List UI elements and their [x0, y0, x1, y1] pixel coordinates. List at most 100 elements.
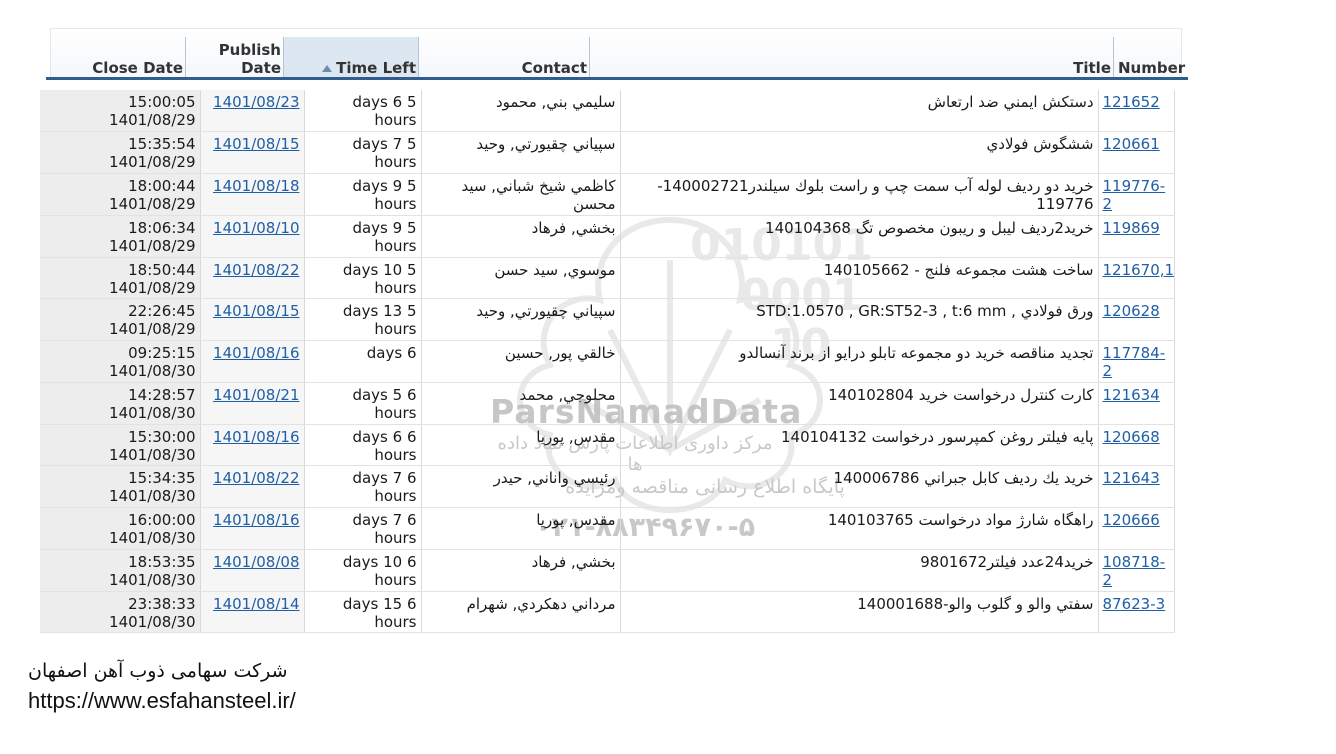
publish-date-link[interactable]: 1401/08/23 [213, 93, 299, 111]
publish-date-link[interactable]: 1401/08/10 [213, 219, 299, 237]
table-row[interactable]: 18:06:34 1401/08/29 1401/08/10 5 days 9 ho… [40, 215, 1175, 258]
title-cell: راهگاه شارژ مواد درخواست 140103765 [827, 511, 1094, 529]
column-header-number[interactable]: Number [1114, 37, 1185, 79]
footer-url[interactable]: https://www.esfahansteel.ir/ [28, 688, 296, 714]
tenders-table: 15:00:05 1401/08/29 1401/08/23 5 days 6 ho… [40, 90, 1175, 634]
num-column-cell[interactable]: 120668 [1098, 424, 1175, 467]
footer-company-name: شرکت سهامی ذوب آهن اصفهان [28, 660, 288, 682]
column-header-contact[interactable]: Contact [419, 37, 590, 79]
publish-date-link[interactable]: 1401/08/18 [213, 177, 299, 195]
contact-cell: سليمي بني, محمود [495, 93, 616, 111]
number-link[interactable]: 120661 [1103, 135, 1160, 153]
publish-date-link[interactable]: 1401/08/22 [213, 261, 299, 279]
contact-column-cell: سپياني چقيورتي, وحيد [421, 131, 621, 174]
column-header-title[interactable]: Title [590, 37, 1114, 79]
close-column-cell: 15:35:54 1401/08/29 [40, 131, 201, 174]
num-column-cell[interactable]: 121652 [1098, 90, 1175, 133]
table-row[interactable]: 15:00:05 1401/08/29 1401/08/23 5 days 6 ho… [40, 90, 1175, 133]
pub-column-cell[interactable]: 1401/08/15 [200, 298, 305, 341]
table-row[interactable]: 23:38:33 1401/08/30 1401/08/14 6 days 15 h… [40, 591, 1175, 634]
pub-column-cell[interactable]: 1401/08/22 [200, 465, 305, 508]
number-link[interactable]: 108718-2 [1103, 553, 1166, 589]
publish-date-link[interactable]: 1401/08/16 [213, 428, 299, 446]
num-column-cell[interactable]: 120628 [1098, 298, 1175, 341]
column-header-publish-date-label-1: Publish [218, 41, 281, 59]
title-cell: خريد دو رديف لوله آب سمت چپ و راست بلوك … [657, 177, 1094, 213]
column-header-close-date[interactable]: Close Date [51, 37, 186, 79]
number-link[interactable]: 121670,1 [1103, 261, 1174, 279]
tleft-column-cell: 6 days 10 hours [304, 549, 422, 592]
number-link[interactable]: 119869 [1103, 219, 1160, 237]
tleft-column-cell: 5 days 6 hours [304, 90, 422, 133]
title-cell: ششگوش فولادي [986, 135, 1094, 154]
num-column-cell[interactable]: 121634 [1098, 382, 1175, 425]
num-column-cell[interactable]: 120666 [1098, 507, 1175, 550]
num-column-cell[interactable]: 117784-2 [1098, 340, 1175, 383]
num-column-cell[interactable]: 120661 [1098, 131, 1175, 174]
tleft-column-cell: 5 days 10 hours [304, 257, 422, 300]
close-column-cell: 09:25:15 1401/08/30 [40, 340, 201, 383]
table-row[interactable]: 09:25:15 1401/08/30 1401/08/16 6 days خالقي… [40, 340, 1175, 383]
tleft-column-cell: 6 days 6 hours [304, 424, 422, 467]
num-column-cell[interactable]: 121643 [1098, 465, 1175, 508]
pub-column-cell[interactable]: 1401/08/08 [200, 549, 305, 592]
pub-column-cell[interactable]: 1401/08/15 [200, 131, 305, 174]
time-left-cell: 5 days 9 hours [352, 218, 417, 255]
pub-column-cell[interactable]: 1401/08/14 [200, 591, 305, 634]
tleft-column-cell: 6 days 15 hours [304, 591, 422, 634]
publish-date-link[interactable]: 1401/08/22 [213, 469, 299, 487]
number-link[interactable]: 121634 [1103, 386, 1160, 404]
pub-column-cell[interactable]: 1401/08/23 [200, 90, 305, 133]
num-column-cell[interactable]: 119776-2 [1098, 173, 1175, 216]
publish-date-link[interactable]: 1401/08/08 [213, 553, 299, 571]
pub-column-cell[interactable]: 1401/08/16 [200, 507, 305, 550]
contact-column-cell: مرداني دهكردي, شهرام [421, 591, 621, 634]
publish-date-link[interactable]: 1401/08/16 [213, 511, 299, 529]
table-row[interactable]: 18:53:35 1401/08/30 1401/08/08 6 days 10 h… [40, 549, 1175, 592]
number-link[interactable]: 120628 [1103, 302, 1160, 320]
number-link[interactable]: 117784-2 [1103, 344, 1166, 380]
contact-cell: سپياني چقيورتي, وحيد [476, 135, 616, 154]
title-column-cell: خريد دو رديف لوله آب سمت چپ و راست بلوك … [620, 173, 1099, 216]
contact-column-cell: محلوجي, محمد [421, 382, 621, 425]
num-column-cell[interactable]: 108718-2 [1098, 549, 1175, 592]
table-row[interactable]: 18:50:44 1401/08/29 1401/08/22 5 days 10 h… [40, 257, 1175, 300]
number-link[interactable]: 121652 [1103, 93, 1160, 111]
publish-date-link[interactable]: 1401/08/14 [213, 595, 299, 613]
table-row[interactable]: 15:30:00 1401/08/30 1401/08/16 6 days 6 ho… [40, 424, 1175, 467]
contact-cell: سپياني چقيورتي, وحيد [476, 302, 616, 321]
publish-date-link[interactable]: 1401/08/16 [213, 344, 299, 362]
contact-cell: بخشي, فرهاد [531, 552, 616, 571]
column-header-time-left[interactable]: Time Left [284, 37, 419, 79]
table-row[interactable]: 22:26:45 1401/08/29 1401/08/15 5 days 13 h… [40, 298, 1175, 341]
pub-column-cell[interactable]: 1401/08/16 [200, 340, 305, 383]
number-link[interactable]: 120668 [1103, 428, 1160, 446]
pub-column-cell[interactable]: 1401/08/21 [200, 382, 305, 425]
table-row[interactable]: 15:34:35 1401/08/30 1401/08/22 6 days 7 ho… [40, 465, 1175, 508]
publish-date-link[interactable]: 1401/08/15 [213, 302, 299, 320]
number-link[interactable]: 120666 [1103, 511, 1160, 529]
publish-date-link[interactable]: 1401/08/15 [213, 135, 299, 153]
table-row[interactable]: 15:35:54 1401/08/29 1401/08/15 5 days 7 ho… [40, 131, 1175, 174]
number-link[interactable]: 121643 [1103, 469, 1160, 487]
number-link[interactable]: 119776-2 [1103, 177, 1166, 213]
table-row[interactable]: 18:00:44 1401/08/29 1401/08/18 5 days 9 ho… [40, 173, 1175, 216]
tleft-column-cell: 6 days 7 hours [304, 465, 422, 508]
tleft-column-cell: 5 days 7 hours [304, 131, 422, 174]
close-column-cell: 18:06:34 1401/08/29 [40, 215, 201, 258]
pub-column-cell[interactable]: 1401/08/22 [200, 257, 305, 300]
table-row[interactable]: 14:28:57 1401/08/30 1401/08/21 6 days 5 ho… [40, 382, 1175, 425]
pub-column-cell[interactable]: 1401/08/16 [200, 424, 305, 467]
table-row[interactable]: 16:00:00 1401/08/30 1401/08/16 6 days 7 ho… [40, 507, 1175, 550]
pub-column-cell[interactable]: 1401/08/10 [200, 215, 305, 258]
pub-column-cell[interactable]: 1401/08/18 [200, 173, 305, 216]
close-column-cell: 22:26:45 1401/08/29 [40, 298, 201, 341]
num-column-cell[interactable]: 121670,1 [1098, 257, 1175, 300]
column-header-publish-date[interactable]: Publish Date [186, 37, 284, 79]
number-link[interactable]: 87623-3 [1103, 595, 1166, 613]
num-column-cell[interactable]: 87623-3 [1098, 591, 1175, 634]
time-left-cell: 5 days 6 hours [352, 93, 417, 129]
num-column-cell[interactable]: 119869 [1098, 215, 1175, 258]
publish-date-link[interactable]: 1401/08/21 [213, 386, 299, 404]
close-date-cell: 18:50:44 1401/08/29 [109, 260, 196, 297]
